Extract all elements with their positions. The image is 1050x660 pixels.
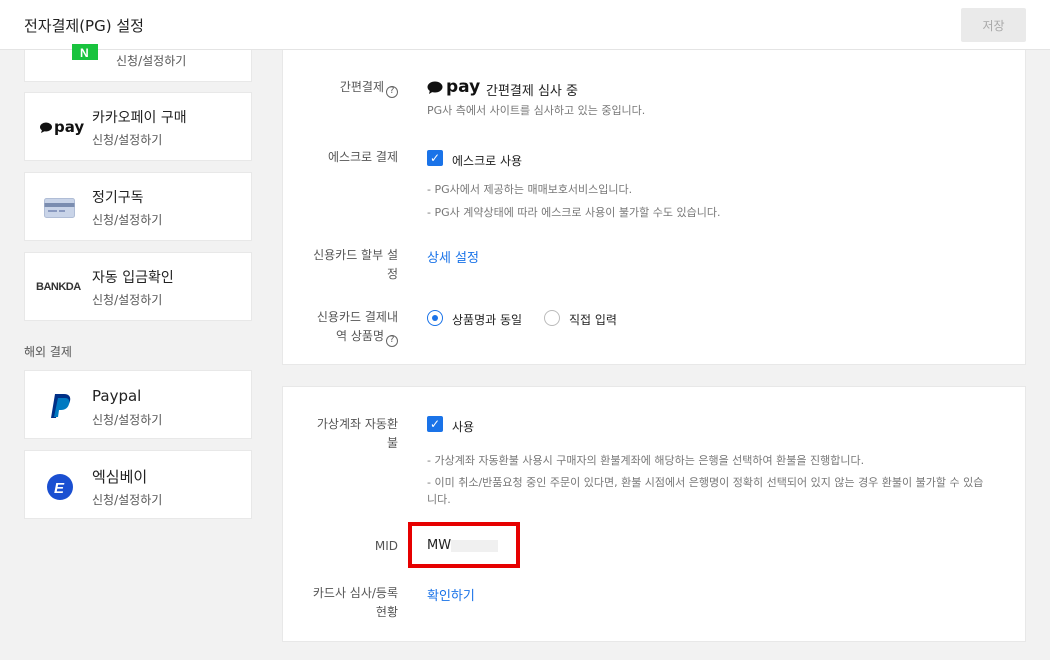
product-name-label: 신용카드 결제내 역 상품명? (288, 308, 398, 347)
kakao-pay-logo-text: pay (54, 118, 85, 136)
credit-card-icon (44, 198, 75, 222)
sidebar-card-kakaopay[interactable]: pay 카카오페이 구매 신청/설정하기 (24, 92, 252, 161)
installment-detail-link[interactable]: 상세 설정 (427, 247, 479, 266)
sidebar-card-name: Paypal (92, 387, 142, 405)
installment-label-line2: 정 (386, 267, 398, 281)
escrow-hint: - PG사에서 제공하는 매매보호서비스입니다. (427, 183, 633, 196)
sidebar-card-name: 자동 입금확인 (92, 270, 174, 286)
sidebar-card-sub: 신청/설정하기 (92, 213, 163, 227)
sidebar-card-sub: 신청/설정하기 (92, 293, 163, 307)
bankda-icon: BANKDA (36, 281, 81, 293)
help-icon[interactable]: ? (386, 334, 398, 347)
radio-same-as-product[interactable] (427, 310, 443, 326)
card-review-label-line2: 현황 (375, 605, 398, 619)
virtual-account-panel: 가상계좌 자동환 불 ✓ 사용 - 가상계좌 자동환불 사용시 구매자의 환불계… (282, 386, 1026, 642)
radio-same-label: 상품명과 동일 (452, 313, 523, 327)
easy-pay-status: 간편결제 심사 중 (486, 84, 578, 99)
save-button[interactable]: 저장 (961, 8, 1026, 42)
auto-refund-hint: - 가상계좌 자동환불 사용시 구매자의 환불계좌에 해당하는 은행을 선택하여… (427, 454, 865, 467)
card-review-link[interactable]: 확인하기 (427, 585, 475, 604)
help-icon[interactable]: ? (386, 85, 398, 98)
payment-settings-panel: 간편결제? pay 간편결제 심사 중 PG사 측에서 사이트를 심사하고 있는… (282, 50, 1026, 365)
easy-pay-label: 간편결제? (288, 78, 398, 98)
product-name-label-line2: 역 상품명 (336, 329, 384, 343)
page-title: 전자결제(PG) 설정 (24, 17, 144, 35)
highlight-box (408, 522, 520, 568)
easy-pay-logo: pay (427, 77, 480, 97)
card-review-label-line1: 카드사 심사/등록 (312, 586, 398, 600)
paypal-icon (50, 393, 72, 423)
eximbay-icon: E (46, 473, 74, 505)
sidebar-card-subscription[interactable]: 정기구독 신청/설정하기 (24, 172, 252, 241)
sidebar-card-name: 엑심베이 (92, 468, 148, 486)
easy-pay-label-text: 간편결제 (339, 80, 384, 94)
svg-text:N: N (80, 46, 89, 60)
product-name-label-line1: 신용카드 결제내 (316, 310, 398, 324)
easy-pay-logo-text: pay (446, 77, 481, 97)
sidebar-card-sub: 신청/설정하기 (92, 413, 163, 427)
escrow-label: 에스크로 결제 (327, 150, 398, 164)
auto-refund-label-line2: 불 (386, 436, 398, 450)
installment-label-line1: 신용카드 할부 설 (313, 248, 398, 262)
escrow-checkbox[interactable]: ✓ (427, 150, 443, 166)
overseas-section-label: 해외 결제 (24, 345, 72, 359)
auto-refund-checkbox-label: 사용 (452, 420, 475, 434)
naver-pay-icon: N (72, 44, 98, 60)
auto-refund-label: 가상계좌 자동환 불 (288, 415, 398, 453)
auto-refund-label-line1: 가상계좌 자동환 (316, 417, 398, 431)
sidebar-card-name: 카카오페이 구매 (92, 110, 187, 126)
svg-text:E: E (54, 480, 65, 497)
escrow-checkbox-label: 에스크로 사용 (452, 154, 523, 168)
radio-direct-input[interactable] (544, 310, 560, 326)
sidebar-card-bankda[interactable]: BANKDA 자동 입금확인 신청/설정하기 (24, 252, 252, 321)
auto-refund-checkbox[interactable]: ✓ (427, 416, 443, 432)
kakao-pay-icon: pay (39, 118, 84, 136)
sidebar-card-naverpay[interactable]: N 신청/설정하기 (24, 44, 252, 82)
sidebar-card-sub: 신청/설정하기 (92, 133, 163, 147)
mid-label: MID (374, 539, 398, 553)
card-review-label: 카드사 심사/등록 현황 (288, 584, 398, 622)
installment-label: 신용카드 할부 설 정 (288, 246, 398, 284)
sidebar-card-paypal[interactable]: Paypal 신청/설정하기 (24, 370, 252, 439)
sidebar-card-sub: 신청/설정하기 (92, 493, 163, 507)
radio-direct-label: 직접 입력 (569, 313, 617, 327)
bankda-logo-text: BANKDA (36, 281, 81, 293)
auto-refund-hint: 니다. (427, 493, 451, 506)
escrow-hint: - PG사 계약상태에 따라 에스크로 사용이 불가할 수도 있습니다. (427, 206, 721, 219)
sidebar-card-sub: 신청/설정하기 (116, 54, 187, 68)
easy-pay-hint: PG사 측에서 사이트를 심사하고 있는 중입니다. (427, 104, 646, 117)
sidebar-card-name: 정기구독 (92, 190, 144, 206)
sidebar-card-eximbay[interactable]: E 엑심베이 신청/설정하기 (24, 450, 252, 519)
page-header: 전자결제(PG) 설정 저장 (0, 0, 1050, 50)
